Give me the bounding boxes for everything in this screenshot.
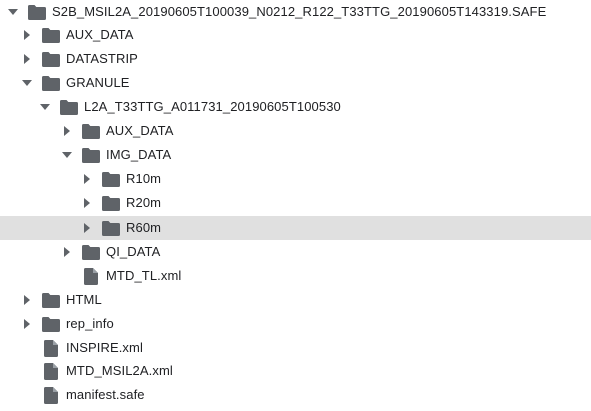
tree-item-label: MTD_TL.xml — [106, 268, 182, 283]
tree-item-label: DATASTRIP — [66, 51, 138, 66]
tree-item-r60m[interactable]: R60m — [0, 216, 591, 240]
tree-item-label: MTD_MSIL2A.xml — [66, 363, 173, 378]
folder-icon — [60, 98, 78, 116]
caret-down-icon[interactable] — [60, 143, 74, 167]
tree-item-r10m[interactable]: R10m — [0, 167, 591, 191]
caret-right-icon[interactable] — [20, 312, 34, 336]
folder-icon — [82, 146, 100, 164]
caret-right-icon[interactable] — [20, 47, 34, 71]
tree-item-label: L2A_T33TTG_A011731_20190605T100530 — [84, 99, 341, 114]
tree-item-label: QI_DATA — [106, 244, 161, 259]
tree-item-root-safe[interactable]: S2B_MSIL2A_20190605T100039_N0212_R122_T3… — [0, 0, 591, 24]
tree-item-html[interactable]: HTML — [0, 288, 591, 312]
tree-item-rep-info[interactable]: rep_info — [0, 312, 591, 336]
folder-icon — [102, 194, 120, 212]
tree-item-r20m[interactable]: R20m — [0, 191, 591, 215]
caret-right-icon[interactable] — [80, 167, 94, 191]
folder-icon — [42, 291, 60, 309]
caret-down-icon[interactable] — [20, 71, 34, 95]
tree-item-label: S2B_MSIL2A_20190605T100039_N0212_R122_T3… — [52, 4, 547, 19]
tree-item-l2a-aux-data[interactable]: AUX_DATA — [0, 119, 591, 143]
folder-icon — [42, 26, 60, 44]
folder-icon — [42, 315, 60, 333]
caret-down-icon[interactable] — [38, 95, 52, 119]
tree-item-label: AUX_DATA — [106, 123, 174, 138]
folder-icon — [82, 243, 100, 261]
tree-item-aux-data[interactable]: AUX_DATA — [0, 23, 591, 47]
tree-item-label: R20m — [126, 195, 162, 210]
caret-right-icon[interactable] — [80, 216, 94, 240]
tree-item-manifest-safe[interactable]: manifest.safe — [0, 383, 591, 407]
caret-right-icon[interactable] — [20, 23, 34, 47]
tree-item-mtd-tl-xml[interactable]: MTD_TL.xml — [0, 264, 591, 288]
tree-item-label: HTML — [66, 292, 102, 307]
folder-icon — [42, 50, 60, 68]
tree-item-label: R60m — [126, 220, 162, 235]
folder-icon — [28, 3, 46, 21]
tree-item-label: AUX_DATA — [66, 27, 134, 42]
file-tree: S2B_MSIL2A_20190605T100039_N0212_R122_T3… — [0, 0, 591, 411]
file-icon — [42, 386, 60, 404]
folder-icon — [42, 74, 60, 92]
tree-item-qi-data[interactable]: QI_DATA — [0, 240, 591, 264]
folder-icon — [102, 219, 120, 237]
tree-item-label: R10m — [126, 171, 162, 186]
tree-item-img-data[interactable]: IMG_DATA — [0, 143, 591, 167]
tree-item-label: GRANULE — [66, 75, 130, 90]
tree-item-datastrip[interactable]: DATASTRIP — [0, 47, 591, 71]
tree-item-label: manifest.safe — [66, 387, 145, 402]
folder-icon — [102, 170, 120, 188]
tree-item-label: IMG_DATA — [106, 147, 172, 162]
caret-right-icon[interactable] — [80, 191, 94, 215]
tree-item-mtd-msil2a-xml[interactable]: MTD_MSIL2A.xml — [0, 359, 591, 383]
tree-item-granule[interactable]: GRANULE — [0, 71, 591, 95]
caret-right-icon[interactable] — [60, 119, 74, 143]
folder-icon — [82, 122, 100, 140]
file-icon — [42, 339, 60, 357]
caret-down-icon[interactable] — [6, 0, 20, 24]
file-icon — [82, 267, 100, 285]
tree-item-l2a-granule[interactable]: L2A_T33TTG_A011731_20190605T100530 — [0, 95, 591, 119]
tree-item-inspire-xml[interactable]: INSPIRE.xml — [0, 336, 591, 360]
caret-right-icon[interactable] — [60, 240, 74, 264]
caret-right-icon[interactable] — [20, 288, 34, 312]
tree-item-label: rep_info — [66, 316, 114, 331]
tree-item-label: INSPIRE.xml — [66, 340, 143, 355]
file-icon — [42, 362, 60, 380]
